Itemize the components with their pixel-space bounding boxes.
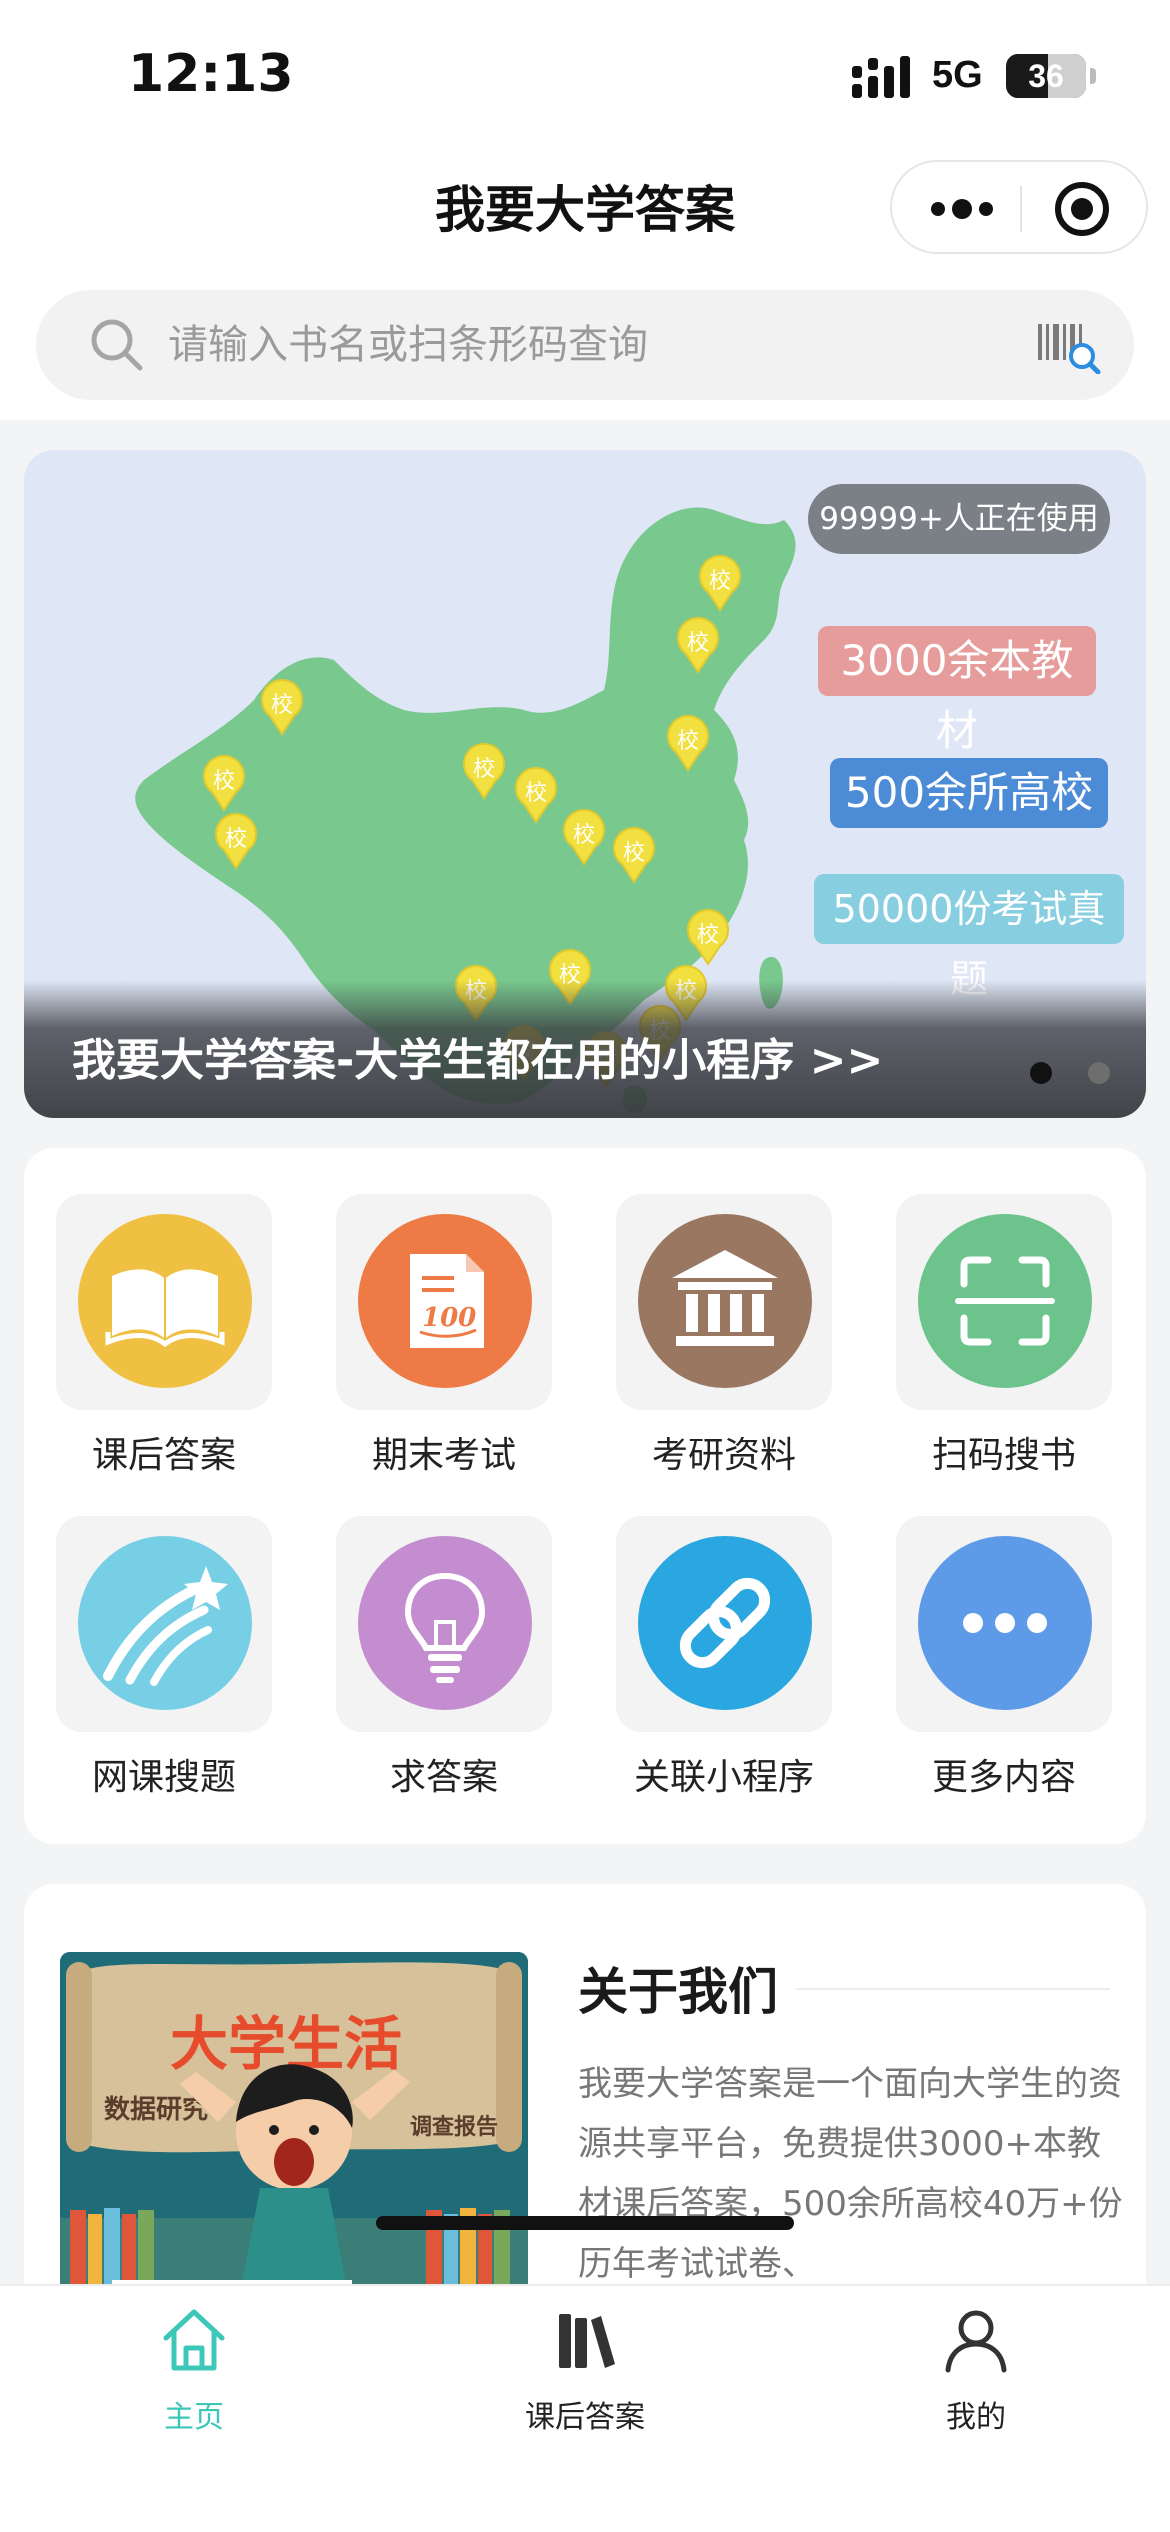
svg-text:校: 校 [573, 823, 595, 848]
svg-text:校: 校 [271, 693, 293, 718]
institution-icon [638, 1214, 812, 1388]
about-us-title: 关于我们 [578, 1963, 778, 2021]
search-area [0, 280, 1170, 420]
grid-item-linked-mini-programs[interactable]: 关联小程序 [616, 1516, 836, 1816]
about-us-image: 大学生活 数据研究 调查报告 [60, 1952, 528, 2304]
banner-caption[interactable]: 我要大学答案-大学生都在用的小程序 >> [72, 1024, 883, 1088]
grid-item-course-answers[interactable]: 课后答案 [56, 1194, 276, 1494]
about-image-right-label: 调查报告 [410, 2115, 498, 2140]
svg-text:校: 校 [687, 631, 709, 656]
tab-label-profile: 我的 [946, 2400, 1006, 2435]
grid-item-label: 扫码搜书 [931, 1435, 1076, 1476]
scan-icon [918, 1214, 1092, 1388]
battery-icon: 36 [1006, 54, 1086, 98]
stat-exams-tag: 50000份考试真题 [814, 874, 1124, 1001]
carousel-dot-active[interactable] [1030, 1062, 1052, 1084]
more-dots-icon [918, 1536, 1092, 1710]
grid-item-postgrad-materials[interactable]: 考研资料 [616, 1194, 836, 1494]
grid-item-label: 关联小程序 [633, 1757, 814, 1798]
banner-carousel[interactable]: 校校校校校校校校校校校校校校校校校 99999+人正在使用 3000余本教材 5… [24, 450, 1146, 1118]
tab-bar: 主页 课后答案 我的 [0, 2216, 1170, 2532]
battery-level: 36 [1028, 58, 1064, 94]
barcode-scan-icon[interactable] [1038, 320, 1102, 374]
user-icon [945, 2310, 1007, 2373]
grid-item-ask-answers[interactable]: 求答案 [336, 1516, 556, 1816]
carousel-dot[interactable] [1088, 1062, 1110, 1084]
battery-tip [1090, 68, 1096, 84]
more-options-icon[interactable] [922, 186, 1002, 232]
grid-item-label: 期末考试 [371, 1435, 516, 1476]
tab-label-home: 主页 [164, 2400, 224, 2435]
stat-textbooks-tag: 3000余本教材 [818, 626, 1096, 755]
home-icon [163, 2309, 225, 2371]
home-indicator [376, 2216, 794, 2230]
grid-item-label: 网课搜题 [91, 1757, 236, 1798]
grid-item-label: 考研资料 [651, 1435, 796, 1476]
signal-icon [852, 56, 910, 98]
search-icon [91, 319, 143, 371]
header: 我要大学答案 [0, 140, 1170, 280]
tab-label-course-answers: 课后答案 [525, 2400, 645, 2435]
grid-item-scan-search[interactable]: 扫码搜书 [896, 1194, 1116, 1494]
search-box[interactable] [36, 290, 1134, 400]
network-label: 5G [932, 54, 983, 96]
shooting-star-icon [78, 1536, 252, 1710]
svg-text:校: 校 [213, 769, 235, 794]
grid-item-label: 更多内容 [931, 1757, 1076, 1798]
page: 12:13 5G 36 我要大学答案 请输入书名或扫条形码查询 校 校 校 校 … [0, 0, 1170, 2532]
svg-text:校: 校 [623, 841, 645, 866]
users-count-badge: 99999+人正在使用 [808, 484, 1110, 554]
about-us-description: 我要大学答案是一个面向大学生的资源共享平台，免费提供3000+本教材课后答案，5… [578, 2064, 1123, 2284]
grid-item-label: 课后答案 [91, 1435, 236, 1476]
capsule-divider [1020, 186, 1022, 232]
tab-home[interactable]: 主页 [94, 2304, 294, 2444]
books-icon [559, 2314, 615, 2368]
stat-universities-tag: 500余所高校 [830, 758, 1108, 828]
search-input[interactable] [166, 312, 996, 378]
status-time: 12:13 [128, 44, 294, 104]
svg-text:校: 校 [525, 781, 547, 806]
mini-program-capsule [890, 160, 1148, 254]
tab-profile[interactable]: 我的 [876, 2304, 1076, 2444]
about-image-left-label: 数据研究 [104, 2094, 208, 2125]
svg-text:校: 校 [697, 923, 719, 948]
grid-item-online-course-search[interactable]: 网课搜题 [56, 1516, 276, 1816]
status-bar: 12:13 5G 36 [0, 0, 1170, 140]
about-us-card[interactable]: 大学生活 数据研究 调查报告 关于我们 我要大学答案是一个面向大学生的资源共享平… [24, 1884, 1146, 2304]
grid-item-more-content[interactable]: 更多内容 [896, 1516, 1116, 1816]
svg-text:校: 校 [677, 729, 699, 754]
open-book-icon [78, 1214, 252, 1388]
about-title-divider [796, 1988, 1110, 1990]
tab-course-answers[interactable]: 课后答案 [485, 2304, 685, 2444]
svg-text:校: 校 [709, 569, 731, 594]
exam-paper-icon: 100 [358, 1214, 532, 1388]
grid-item-label: 求答案 [389, 1757, 498, 1798]
lightbulb-icon [358, 1536, 532, 1710]
feature-grid: 课后答案 100 期末考试 考研资料 扫码搜书 网课搜题 求答案 关联小程序 更… [24, 1148, 1146, 1844]
svg-text:校: 校 [225, 827, 247, 852]
svg-text:校: 校 [473, 757, 495, 782]
link-icon [638, 1536, 812, 1710]
svg-text:100: 100 [422, 1303, 476, 1333]
grid-item-final-exams[interactable]: 100 期末考试 [336, 1194, 556, 1494]
close-mini-program-icon[interactable] [1042, 180, 1122, 238]
